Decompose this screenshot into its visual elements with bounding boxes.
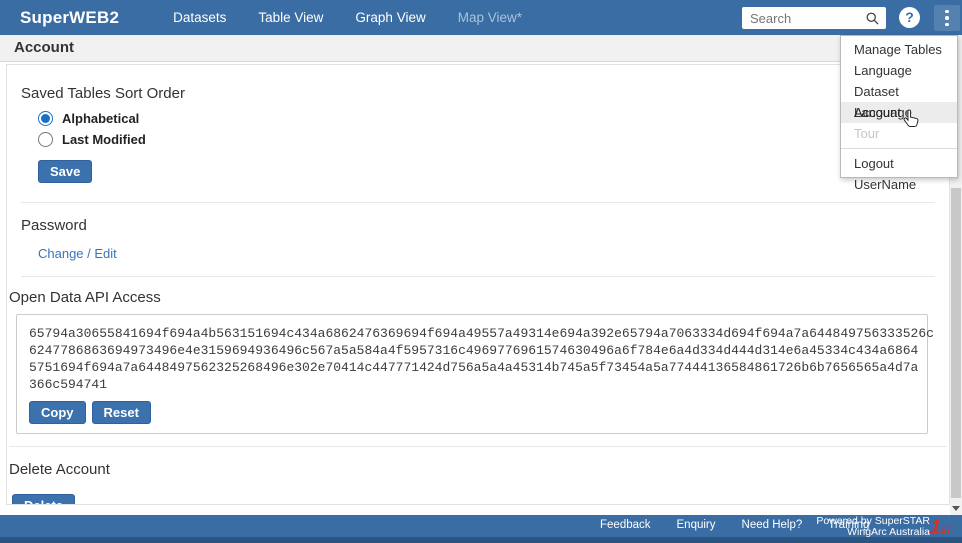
change-password-link[interactable]: Change / Edit [38,246,117,261]
search-box [742,7,886,29]
menu-item-logout[interactable]: Logout UserName [841,153,957,174]
section-sort-order: Saved Tables Sort Order Alphabetical Las… [7,65,949,203]
api-token-box: 65794a30655841694f694a4b563151694c434a68… [16,314,928,434]
menu-item-account[interactable]: Account [841,102,957,123]
main-nav: Datasets Table View Graph View Map View* [157,10,538,25]
search-input[interactable] [742,11,865,26]
menu-item-manage-tables[interactable]: Manage Tables [841,39,957,60]
nav-item-table-view[interactable]: Table View [242,10,339,25]
kebab-dropdown-menu: Manage Tables Language Dataset Language … [840,35,958,178]
page-title: Account [14,35,74,61]
footer-link-feedback[interactable]: Feedback [600,519,651,531]
api-token-line: 65794a30655841694f694a4b563151694c434a68… [29,325,915,342]
footer-link-need-help[interactable]: Need Help? [742,519,803,531]
scrollbar-down-arrow-icon[interactable] [952,506,960,511]
help-icon[interactable]: ? [899,7,920,28]
api-token-line: 5751694f694a7a6448497562325268496e302e70… [29,359,915,376]
save-button[interactable]: Save [38,160,92,183]
nav-item-datasets[interactable]: Datasets [157,10,242,25]
reset-button[interactable]: Reset [92,401,151,424]
menu-item-tour: Tour [841,123,957,144]
api-token-actions: Copy Reset [29,401,915,424]
footer-bar: Feedback Enquiry Need Help? Training Pow… [0,515,962,537]
footer-bottom-strip [0,537,962,543]
menu-item-dataset-language[interactable]: Dataset Language [841,81,957,102]
sort-order-heading: Saved Tables Sort Order [21,85,935,102]
last-modified-radio[interactable] [38,132,53,147]
nav-item-graph-view[interactable]: Graph View [339,10,441,25]
delete-button[interactable]: Delete [12,494,75,505]
footer-link-enquiry[interactable]: Enquiry [677,519,716,531]
last-modified-label[interactable]: Last Modified [62,132,146,147]
password-heading: Password [21,217,935,234]
section-api-access: Open Data API Access 65794a30655841694f6… [7,277,949,447]
section-delete-account: Delete Account Delete [7,447,949,505]
alphabetical-label[interactable]: Alphabetical [62,111,139,126]
alphabetical-radio[interactable] [38,111,53,126]
powered-by-text: Powered by SuperSTAR WingArc Australia [816,516,930,537]
section-password: Password Change / Edit [7,203,949,277]
account-panel: Saved Tables Sort Order Alphabetical Las… [6,64,950,505]
api-access-heading: Open Data API Access [9,289,947,306]
search-icon[interactable] [865,11,880,26]
scrollbar-thumb[interactable] [951,188,961,498]
page-title-bar: Account [0,35,950,62]
menu-separator [841,148,957,149]
kebab-menu-icon[interactable] [934,5,960,31]
wingarc-1st-logo-icon[interactable]: 1 ST [929,517,957,536]
copy-button[interactable]: Copy [29,401,86,424]
delete-account-heading: Delete Account [9,461,947,478]
api-token-line: 6247786863694973496e4e3159694936496c567a… [29,342,915,359]
api-token-line: 366c594741 [29,376,915,393]
hand-cursor-icon [901,106,923,137]
app-logo[interactable]: SuperWEB2 [20,8,119,28]
radio-row-alphabetical: Alphabetical [38,111,935,126]
radio-row-last-modified: Last Modified [38,132,935,147]
top-navbar: SuperWEB2 Datasets Table View Graph View… [0,0,962,35]
nav-item-map-view[interactable]: Map View* [442,10,538,25]
menu-item-language[interactable]: Language [841,60,957,81]
